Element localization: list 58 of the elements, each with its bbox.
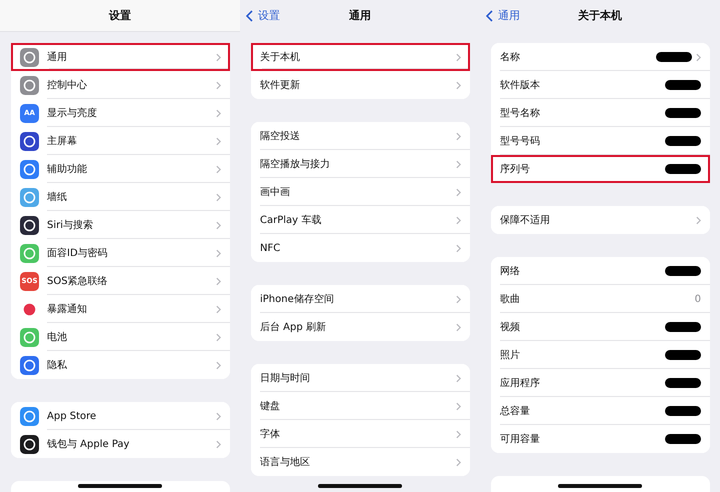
back-chevron-icon: [246, 10, 253, 22]
screen-title: 设置: [109, 8, 131, 23]
redaction-bar: [665, 80, 701, 90]
chevron-icon: [456, 244, 461, 252]
redaction-bar: [665, 266, 701, 276]
chevron-icon: [456, 132, 461, 140]
chevron-icon: [456, 430, 461, 438]
chevron-icon: [456, 402, 461, 410]
redaction-bar: [665, 164, 701, 174]
chevron-icon: [216, 332, 221, 342]
chevron-icon: [456, 52, 461, 62]
redaction-bar: [665, 108, 701, 118]
chevron-icon: [216, 80, 221, 90]
settings-row[interactable]: 序列号: [491, 155, 710, 183]
back-button[interactable]: 设置: [246, 8, 280, 23]
chevron-icon: [216, 412, 221, 420]
chevron-icon: [216, 248, 221, 258]
settings-row[interactable]: iPhone储存空间: [251, 285, 470, 313]
chevron-icon: [456, 458, 461, 466]
chevron-icon: [456, 160, 461, 168]
chevron-icon: [216, 360, 221, 370]
redaction-bar: [665, 136, 701, 146]
redaction-bar: [665, 406, 701, 416]
screen-title: 通用: [349, 8, 371, 23]
chevron-icon: [696, 216, 701, 224]
chevron-icon: [456, 216, 461, 224]
settings-row[interactable]: 网络: [491, 257, 710, 285]
settings-row[interactable]: App Store: [11, 402, 230, 430]
chevron-icon: [456, 322, 461, 332]
back-chevron-icon: [486, 10, 493, 22]
screen-title: 关于本机: [578, 8, 622, 23]
settings-row[interactable]: 名称: [491, 43, 710, 71]
chevron-icon: [216, 108, 221, 118]
settings-row[interactable]: 日期与时间: [251, 364, 470, 392]
settings-row[interactable]: 通用: [11, 43, 230, 71]
redaction-bar: [665, 378, 701, 388]
value-text: 0: [694, 294, 701, 304]
chevron-icon: [216, 440, 221, 448]
chevron-icon: [456, 374, 461, 382]
chevron-icon: [216, 164, 221, 174]
back-button[interactable]: 通用: [486, 8, 520, 23]
redaction-bar: [665, 350, 701, 360]
chevron-icon: [456, 80, 461, 90]
redaction-bar: [665, 322, 701, 332]
chevron-icon: [216, 220, 221, 230]
chevron-icon: [456, 188, 461, 196]
chevron-icon: [216, 136, 221, 146]
chevron-icon: [696, 52, 701, 62]
settings-row[interactable]: 保障不适用: [491, 206, 710, 234]
settings-row[interactable]: 关于本机: [251, 43, 470, 71]
chevron-icon: [216, 304, 221, 314]
redaction-bar: [665, 434, 701, 444]
settings-row[interactable]: 隔空投送: [251, 122, 470, 150]
chevron-icon: [216, 192, 221, 202]
chevron-icon: [216, 276, 221, 286]
chevron-icon: [216, 52, 221, 62]
redaction-bar: [656, 52, 692, 62]
chevron-icon: [456, 294, 461, 304]
